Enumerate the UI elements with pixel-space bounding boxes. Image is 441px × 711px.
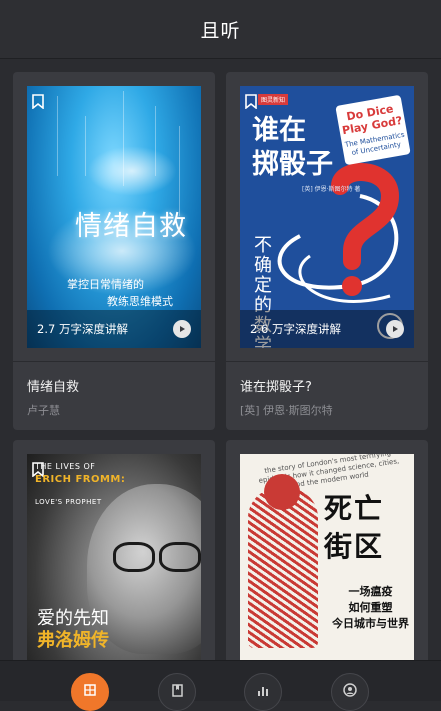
cover-text: THE LIVES OF: [35, 462, 96, 471]
cover-title: 死亡 街区: [324, 490, 384, 566]
cover-illustration: [248, 488, 318, 648]
cover-title-line: 掷骰子: [252, 149, 333, 180]
book-card-3[interactable]: THE LIVES OF ERICH FROMM: LOVE'S PROPHET…: [13, 440, 215, 680]
portrait-detail: [113, 542, 155, 572]
cover-subtitle: 一场瘟疫 如何重塑 今日城市与世界: [332, 584, 409, 632]
book-cover[interactable]: 图灵新知 谁在 掷骰子 Do Dice Play God? The Mathem…: [240, 86, 414, 348]
book-title: 谁在掷骰子?: [240, 380, 312, 395]
grid-icon: [84, 684, 96, 696]
cover-subtitle-line: 一场瘟疫: [348, 585, 393, 598]
user-icon: [343, 683, 357, 697]
cover-title-line: 死亡: [324, 492, 385, 525]
play-button[interactable]: [386, 320, 404, 338]
cover-subtitle-line: 如何重塑: [348, 601, 393, 614]
portrait-detail: [159, 542, 201, 572]
bookmark-icon: [32, 94, 44, 109]
book-cover[interactable]: THE LIVES OF ERICH FROMM: LOVE'S PROPHET…: [27, 454, 201, 680]
nav-library-button[interactable]: [71, 673, 109, 711]
cover-illustration: [264, 474, 300, 510]
word-count: 2.7 万字深度讲解: [37, 322, 128, 336]
cover-text: ERICH FROMM:: [35, 474, 126, 485]
book-card-2[interactable]: 图灵新知 谁在 掷骰子 Do Dice Play God? The Mathem…: [226, 72, 428, 430]
listen-bar: 2.7 万字深度讲解: [27, 310, 201, 348]
cover-subtitle: 弗洛姆传: [37, 630, 109, 651]
speech-bubble: Do Dice Play God? The Mathematics of Unc…: [335, 94, 411, 166]
cover-author: [英] 伊恩·斯图尔特 著: [302, 186, 361, 193]
play-button[interactable]: [173, 320, 191, 338]
page-title: 且听: [200, 19, 241, 42]
book-author: [英] 伊恩·斯图尔特: [240, 404, 333, 417]
listen-bar: 2.6 万字深度讲解: [240, 310, 414, 348]
play-icon: [180, 326, 185, 332]
cover-subtitle-line: 今日城市与世界: [332, 617, 409, 630]
cover-subtitle: 掌控日常情绪的: [67, 278, 144, 291]
bookmark-icon: [245, 94, 257, 109]
series-badge: 图灵新知: [258, 94, 289, 105]
book-card-4[interactable]: the story of London's most terrifying ep…: [226, 440, 428, 680]
bar-chart-icon: [258, 687, 268, 696]
book-card-1[interactable]: 情绪自救 掌控日常情绪的 教练思维模式 2.7 万字深度讲解 情绪自救 卢子慧: [13, 72, 215, 430]
book-cover[interactable]: 情绪自救 掌控日常情绪的 教练思维模式 2.7 万字深度讲解: [27, 86, 201, 348]
top-bar: 且听: [0, 0, 441, 59]
cover-title-line: 街区: [324, 530, 385, 563]
book-title: 情绪自救: [27, 380, 80, 395]
nav-books-button[interactable]: [158, 673, 196, 711]
book-icon: [172, 684, 183, 697]
cover-subtitle: 教练思维模式: [107, 295, 173, 308]
cover-title-line: 谁在: [252, 115, 306, 146]
cover-title: 情绪自救: [75, 211, 187, 242]
nav-stats-button[interactable]: [244, 673, 282, 711]
nav-profile-button[interactable]: [331, 673, 369, 711]
cover-title: 谁在 掷骰子: [252, 114, 333, 182]
play-icon: [393, 326, 398, 332]
cover-text: LOVE'S PROPHET: [35, 498, 102, 506]
bottom-nav: [0, 660, 441, 711]
book-cover[interactable]: the story of London's most terrifying ep…: [240, 454, 414, 680]
word-count: 2.6 万字深度讲解: [250, 322, 341, 336]
book-author: 卢子慧: [27, 404, 60, 417]
